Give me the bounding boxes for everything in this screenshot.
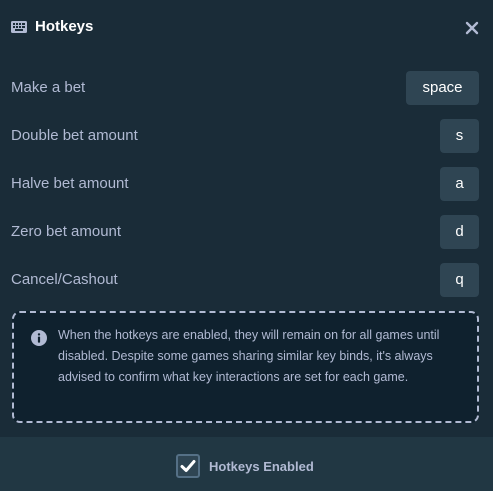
hotkey-key-button[interactable]: d: [440, 215, 479, 249]
checkmark-icon: [180, 460, 196, 472]
hotkey-row-cancel-cashout: Cancel/Cashout q: [0, 263, 493, 297]
hotkey-key-button[interactable]: space: [406, 71, 479, 105]
hotkey-row-halve-bet: Halve bet amount a: [0, 167, 493, 201]
hotkey-row-double-bet: Double bet amount s: [0, 119, 493, 153]
hotkey-row-zero-bet: Zero bet amount d: [0, 215, 493, 249]
hotkey-key-button[interactable]: q: [440, 263, 479, 297]
modal-title: Hotkeys: [35, 18, 94, 35]
hotkey-label: Make a bet: [11, 79, 86, 96]
hotkeys-enabled-checkbox[interactable]: [176, 454, 200, 478]
close-icon[interactable]: [463, 19, 481, 37]
hotkey-key-button[interactable]: a: [440, 167, 479, 201]
hotkey-key-button[interactable]: s: [440, 119, 479, 153]
hotkey-row-make-bet: Make a bet space: [0, 71, 493, 105]
hotkey-label: Double bet amount: [11, 127, 138, 144]
info-icon: [31, 330, 47, 346]
hotkeys-enabled-label[interactable]: Hotkeys Enabled: [209, 459, 314, 475]
hotkeys-modal: Hotkeys Make a bet space Double bet amou…: [0, 0, 493, 491]
hotkey-label: Halve bet amount: [11, 175, 129, 192]
keyboard-icon: [11, 21, 27, 33]
hotkey-label: Zero bet amount: [11, 223, 122, 240]
hotkey-label: Cancel/Cashout: [11, 271, 118, 288]
modal-header: Hotkeys: [0, 0, 493, 56]
info-box: When the hotkeys are enabled, they will …: [12, 311, 479, 423]
info-text: When the hotkeys are enabled, they will …: [58, 328, 440, 384]
